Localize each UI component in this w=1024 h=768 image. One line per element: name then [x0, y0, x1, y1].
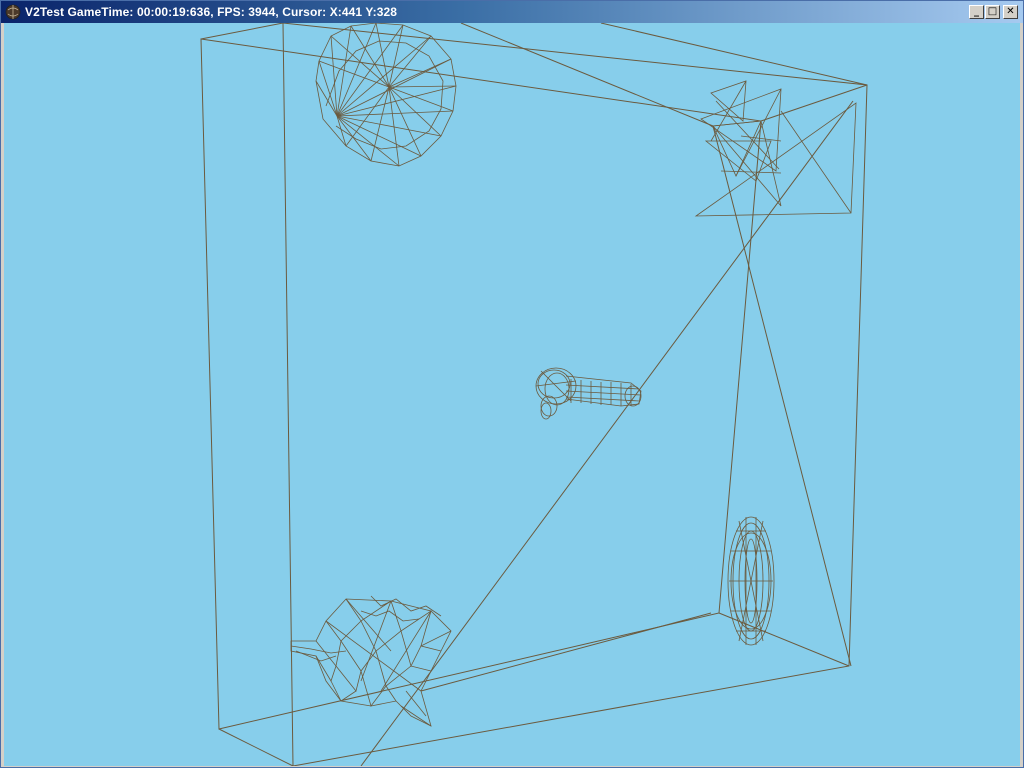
minimize-button[interactable]: _: [969, 5, 984, 19]
close-icon: ✕: [1006, 6, 1015, 17]
handle-mesh: [535, 367, 642, 420]
window-title: V2Test GameTime: 00:00:19:636, FPS: 3944…: [25, 5, 398, 19]
wireframe-scene: [200, 23, 868, 766]
maximize-icon: □: [987, 6, 998, 17]
frustum-frame: [200, 23, 868, 766]
application-window: V2Test GameTime: 00:00:19:636, FPS: 3944…: [0, 0, 1024, 768]
maximize-button[interactable]: □: [985, 5, 1000, 19]
minimize-icon: _: [974, 6, 979, 17]
render-viewport[interactable]: [4, 23, 1020, 766]
spiral-fan-mesh: [315, 23, 457, 167]
title-bar[interactable]: V2Test GameTime: 00:00:19:636, FPS: 3944…: [1, 1, 1023, 23]
close-button[interactable]: ✕: [1003, 5, 1018, 19]
app-globe-icon[interactable]: [5, 4, 21, 20]
nested-triangle-meshes: [694, 80, 857, 217]
